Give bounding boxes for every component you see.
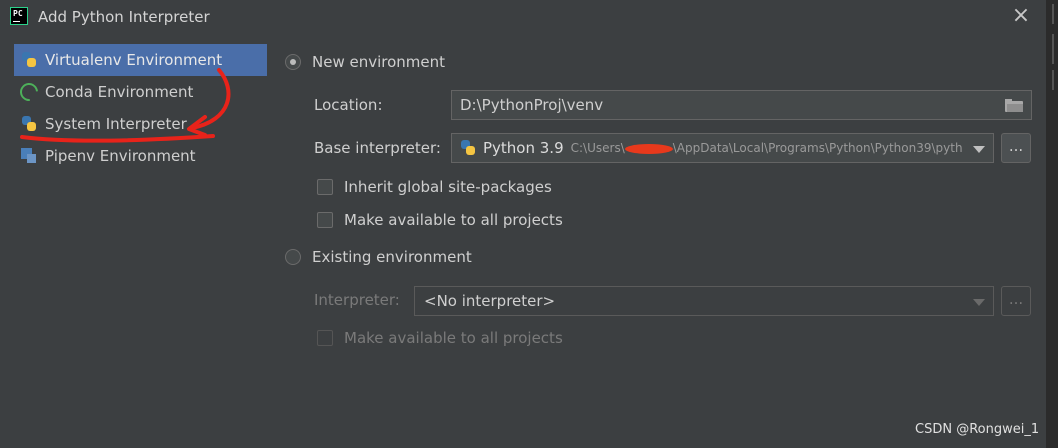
inherit-site-packages-checkbox[interactable]: Inherit global site-packages xyxy=(317,178,552,196)
radio-label: New environment xyxy=(312,53,446,71)
sidebar-item-virtualenv[interactable]: Virtualenv Environment xyxy=(14,44,267,76)
close-icon[interactable]: × xyxy=(1010,3,1032,29)
new-environment-radio[interactable]: New environment xyxy=(285,53,445,71)
pipenv-icon xyxy=(20,147,38,165)
sidebar-item-conda[interactable]: Conda Environment xyxy=(14,76,267,108)
existing-make-available-checkbox: Make available to all projects xyxy=(317,329,563,347)
checkbox[interactable] xyxy=(317,179,333,195)
background-window-edge xyxy=(1046,0,1058,448)
sidebar-item-pipenv[interactable]: Pipenv Environment xyxy=(14,140,267,172)
sidebar-item-label: System Interpreter xyxy=(45,115,187,133)
sidebar-item-label: Pipenv Environment xyxy=(45,147,196,165)
title-bar: PC Add Python Interpreter × xyxy=(0,0,1058,34)
chevron-down-icon xyxy=(973,299,985,306)
checkbox[interactable] xyxy=(317,212,333,228)
checkbox-label: Make available to all projects xyxy=(344,211,563,229)
location-label: Location: xyxy=(314,96,383,114)
chevron-down-icon[interactable] xyxy=(973,146,985,153)
python-icon xyxy=(459,139,477,157)
conda-icon xyxy=(16,79,42,105)
path-suffix: \AppData\Local\Programs\Python\Python39\… xyxy=(672,141,963,155)
radio-label: Existing environment xyxy=(312,248,472,266)
window-title: Add Python Interpreter xyxy=(38,8,210,26)
base-interpreter-dropdown[interactable]: Python 3.9 C:\Users\ \AppData\Local\Progr… xyxy=(451,133,994,163)
location-field[interactable]: D:\PythonProj\venv xyxy=(451,90,1032,120)
checkbox-label: Inherit global site-packages xyxy=(344,178,552,196)
redaction-mark xyxy=(624,143,673,154)
interpreter-dropdown: <No interpreter> xyxy=(414,286,994,316)
folder-icon[interactable] xyxy=(1005,99,1023,112)
make-available-checkbox[interactable]: Make available to all projects xyxy=(317,211,563,229)
checkbox-label: Make available to all projects xyxy=(344,329,563,347)
base-interpreter-version: Python 3.9 xyxy=(483,139,564,157)
interpreter-value: <No interpreter> xyxy=(424,292,556,310)
interpreter-label: Interpreter: xyxy=(314,291,400,309)
environment-type-list: Virtualenv Environment Conda Environment… xyxy=(14,44,267,172)
python-icon xyxy=(20,115,38,133)
base-interpreter-path: C:\Users\ \AppData\Local\Programs\Python\… xyxy=(571,141,963,155)
base-interpreter-browse-button[interactable]: ... xyxy=(1001,133,1031,163)
radio-button[interactable] xyxy=(285,249,301,265)
existing-environment-radio[interactable]: Existing environment xyxy=(285,248,472,266)
radio-button-selected[interactable] xyxy=(285,54,301,70)
app-icon-text: PC xyxy=(13,9,23,18)
checkbox xyxy=(317,330,333,346)
environment-settings-panel: New environment Location: D:\PythonProj\… xyxy=(283,44,1043,374)
sidebar-item-label: Conda Environment xyxy=(45,83,194,101)
interpreter-browse-button: ... xyxy=(1001,286,1031,316)
location-value: D:\PythonProj\venv xyxy=(460,96,604,114)
path-prefix: C:\Users\ xyxy=(570,141,625,155)
sidebar-item-system-interpreter[interactable]: System Interpreter xyxy=(14,108,267,140)
sidebar-item-label: Virtualenv Environment xyxy=(45,51,223,69)
watermark-text: CSDN @Rongwei_1 xyxy=(915,422,1040,437)
base-interpreter-label: Base interpreter: xyxy=(314,139,441,157)
pycharm-app-icon: PC xyxy=(10,7,28,25)
python-icon xyxy=(20,51,38,69)
